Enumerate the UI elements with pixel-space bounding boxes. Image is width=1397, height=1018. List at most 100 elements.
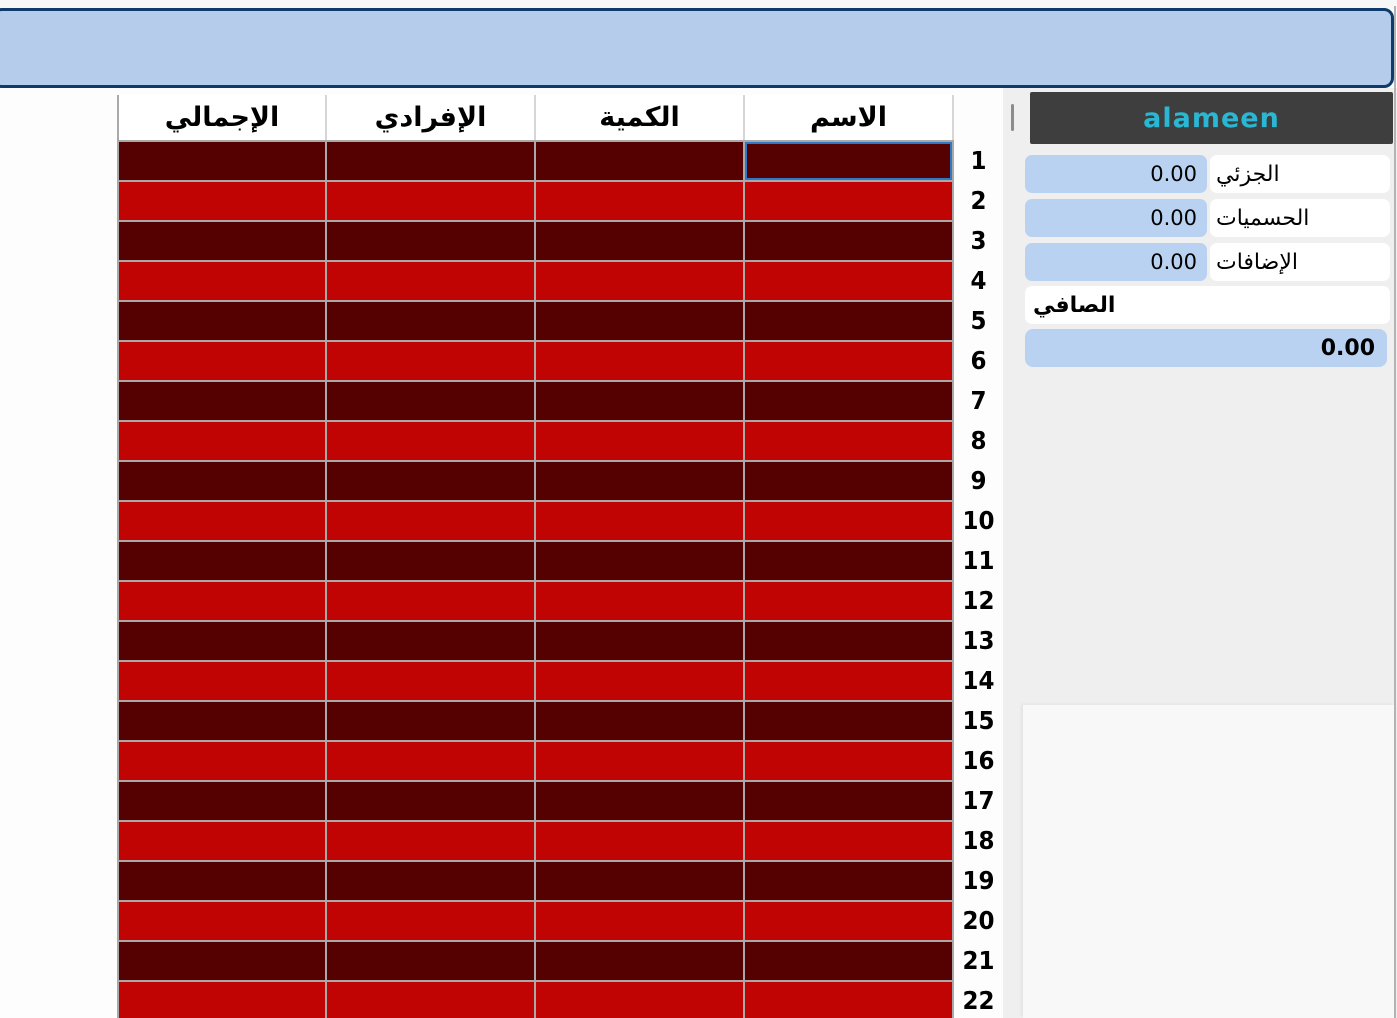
cell-name-row-5[interactable] (745, 300, 954, 340)
additions-value-field[interactable]: 0.00 (1025, 243, 1207, 281)
cell-unit_price-row-5[interactable] (327, 300, 536, 340)
row-number[interactable]: 17 (956, 780, 1001, 820)
column-header-total[interactable]: الإجمالي (119, 95, 327, 140)
row-number[interactable]: 7 (956, 380, 1001, 420)
cell-total-row-1[interactable] (119, 140, 327, 180)
row-number[interactable]: 5 (956, 300, 1001, 340)
cell-name-row-10[interactable] (745, 500, 954, 540)
row-number[interactable]: 10 (956, 500, 1001, 540)
row-number[interactable]: 14 (956, 660, 1001, 700)
cell-unit_price-row-14[interactable] (327, 660, 536, 700)
cell-quantity-row-8[interactable] (536, 420, 745, 460)
cell-name-row-7[interactable] (745, 380, 954, 420)
cell-unit_price-row-13[interactable] (327, 620, 536, 660)
cell-total-row-15[interactable] (119, 700, 327, 740)
row-number[interactable]: 6 (956, 340, 1001, 380)
cell-unit_price-row-11[interactable] (327, 540, 536, 580)
row-number[interactable]: 12 (956, 580, 1001, 620)
row-number[interactable]: 11 (956, 540, 1001, 580)
cell-quantity-row-7[interactable] (536, 380, 745, 420)
row-number[interactable]: 1 (956, 140, 1001, 180)
cell-name-row-22[interactable] (745, 980, 954, 1018)
cell-quantity-row-21[interactable] (536, 940, 745, 980)
cell-unit_price-row-1[interactable] (327, 140, 536, 180)
cell-quantity-row-5[interactable] (536, 300, 745, 340)
cell-quantity-row-20[interactable] (536, 900, 745, 940)
row-number[interactable]: 3 (956, 220, 1001, 260)
column-header-unit_price[interactable]: الإفرادي (327, 95, 536, 140)
cell-unit_price-row-9[interactable] (327, 460, 536, 500)
cell-unit_price-row-12[interactable] (327, 580, 536, 620)
cell-quantity-row-15[interactable] (536, 700, 745, 740)
cell-quantity-row-11[interactable] (536, 540, 745, 580)
cell-total-row-13[interactable] (119, 620, 327, 660)
cell-quantity-row-3[interactable] (536, 220, 745, 260)
cell-name-row-19[interactable] (745, 860, 954, 900)
row-number[interactable]: 21 (956, 940, 1001, 980)
cell-name-row-21[interactable] (745, 940, 954, 980)
cell-name-row-2[interactable] (745, 180, 954, 220)
row-number[interactable]: 22 (956, 980, 1001, 1018)
cell-unit_price-row-8[interactable] (327, 420, 536, 460)
cell-name-row-15[interactable] (745, 700, 954, 740)
cell-total-row-16[interactable] (119, 740, 327, 780)
cell-quantity-row-10[interactable] (536, 500, 745, 540)
row-number[interactable]: 2 (956, 180, 1001, 220)
row-number[interactable]: 20 (956, 900, 1001, 940)
cell-quantity-row-12[interactable] (536, 580, 745, 620)
cell-total-row-5[interactable] (119, 300, 327, 340)
cell-total-row-6[interactable] (119, 340, 327, 380)
row-number[interactable]: 13 (956, 620, 1001, 660)
cell-total-row-17[interactable] (119, 780, 327, 820)
cell-unit_price-row-15[interactable] (327, 700, 536, 740)
cell-quantity-row-17[interactable] (536, 780, 745, 820)
cell-quantity-row-22[interactable] (536, 980, 745, 1018)
cell-total-row-18[interactable] (119, 820, 327, 860)
cell-quantity-row-19[interactable] (536, 860, 745, 900)
cell-unit_price-row-7[interactable] (327, 380, 536, 420)
cell-total-row-21[interactable] (119, 940, 327, 980)
cell-name-row-14[interactable] (745, 660, 954, 700)
cell-name-row-20[interactable] (745, 900, 954, 940)
row-number[interactable]: 15 (956, 700, 1001, 740)
cell-name-row-6[interactable] (745, 340, 954, 380)
cell-unit_price-row-17[interactable] (327, 780, 536, 820)
cell-name-row-11[interactable] (745, 540, 954, 580)
row-number[interactable]: 16 (956, 740, 1001, 780)
cell-unit_price-row-4[interactable] (327, 260, 536, 300)
cell-total-row-11[interactable] (119, 540, 327, 580)
cell-name-row-8[interactable] (745, 420, 954, 460)
row-number[interactable]: 19 (956, 860, 1001, 900)
cell-unit_price-row-2[interactable] (327, 180, 536, 220)
row-number[interactable]: 9 (956, 460, 1001, 500)
cell-total-row-20[interactable] (119, 900, 327, 940)
cell-quantity-row-9[interactable] (536, 460, 745, 500)
cell-unit_price-row-6[interactable] (327, 340, 536, 380)
cell-quantity-row-2[interactable] (536, 180, 745, 220)
cell-unit_price-row-20[interactable] (327, 900, 536, 940)
splitter-handle[interactable] (1011, 104, 1014, 131)
column-header-quantity[interactable]: الكمية (536, 95, 745, 140)
cell-unit_price-row-10[interactable] (327, 500, 536, 540)
row-number[interactable]: 8 (956, 420, 1001, 460)
net-value-field[interactable]: 0.00 (1025, 329, 1387, 367)
cell-quantity-row-13[interactable] (536, 620, 745, 660)
discounts-value-field[interactable]: 0.00 (1025, 199, 1207, 237)
cell-quantity-row-18[interactable] (536, 820, 745, 860)
cell-unit_price-row-16[interactable] (327, 740, 536, 780)
cell-quantity-row-6[interactable] (536, 340, 745, 380)
cell-total-row-22[interactable] (119, 980, 327, 1018)
cell-name-row-3[interactable] (745, 220, 954, 260)
cell-total-row-4[interactable] (119, 260, 327, 300)
cell-unit_price-row-18[interactable] (327, 820, 536, 860)
cell-name-row-4[interactable] (745, 260, 954, 300)
cell-total-row-12[interactable] (119, 580, 327, 620)
cell-name-row-17[interactable] (745, 780, 954, 820)
cell-name-row-16[interactable] (745, 740, 954, 780)
cell-total-row-14[interactable] (119, 660, 327, 700)
cell-total-row-2[interactable] (119, 180, 327, 220)
cell-total-row-3[interactable] (119, 220, 327, 260)
row-number[interactable]: 4 (956, 260, 1001, 300)
cell-unit_price-row-3[interactable] (327, 220, 536, 260)
cell-quantity-row-14[interactable] (536, 660, 745, 700)
